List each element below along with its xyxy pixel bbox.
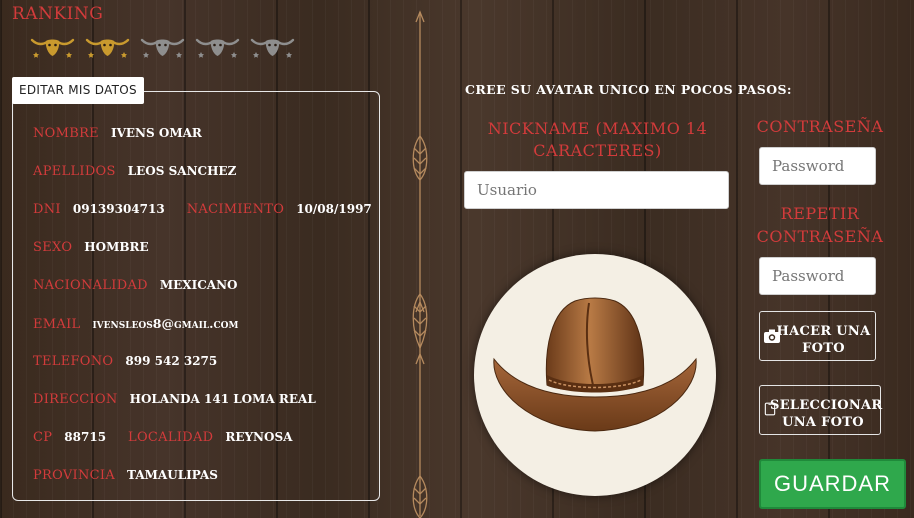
localidad-label: LOCALIDAD: [128, 430, 214, 445]
avatar-preview[interactable]: [474, 254, 716, 496]
dni-value: 09139304713: [72, 202, 165, 216]
nacionalidad-label: NACIONALIDAD: [33, 278, 148, 293]
telefono-label: TELEFONO: [33, 354, 114, 369]
nombre-value: IVENS OMAR: [110, 126, 202, 140]
direccion-value: HOLANDA 141 LOMA REAL: [129, 392, 316, 406]
provincia-value: TAMAULIPAS: [127, 468, 218, 482]
apellidos-label: APELLIDOS: [33, 164, 116, 179]
row-nacionalidad: NACIONALIDAD MEXICANO: [33, 278, 260, 293]
row-apellidos: APELLIDOS LEOS SANCHEZ: [33, 164, 258, 179]
password-input[interactable]: [759, 147, 876, 185]
nombre-label: NOMBRE: [33, 126, 99, 141]
repeat-password-label: REPETIR CONTRASEÑA: [756, 204, 884, 246]
save-button[interactable]: GUARDAR: [759, 459, 906, 509]
direccion-label: DIRECCION: [33, 392, 118, 407]
nacimiento-value: 10/08/1997: [296, 202, 372, 216]
localidad-value: REYNOSA: [225, 430, 293, 444]
take-photo-label: HACER UNA FOTO: [776, 323, 871, 356]
phone-icon: [764, 402, 776, 416]
ranking-bull-filled-icon: [30, 38, 75, 58]
apellidos-value: LEOS SANCHEZ: [127, 164, 237, 178]
row-nombre: NOMBRE IVENS OMAR: [33, 126, 224, 141]
ranking-bull-empty-icon: [195, 38, 240, 58]
nacionalidad-value: MEXICANO: [159, 278, 238, 292]
provincia-label: PROVINCIA: [33, 468, 116, 483]
row-email: EMAIL ivensleos8@gmail.com: [33, 316, 260, 332]
dni-label: DNI: [33, 202, 61, 217]
ranking-bull-filled-icon: [85, 38, 130, 58]
email-value: ivensleos8@gmail.com: [92, 316, 239, 331]
row-provincia: PROVINCIA TAMAULIPAS: [33, 468, 240, 483]
arrow-divider-icon: [412, 10, 428, 518]
repeat-password-input[interactable]: [759, 257, 876, 295]
select-photo-label: SELECCIONAR UNA FOTO: [770, 397, 883, 430]
camera-icon: [764, 329, 780, 343]
nickname-label: NICKNAME (MAXIMO 14 CARACTERES): [487, 119, 708, 160]
row-dni: DNI 09139304713 NACIMIENTO 10/08/1997: [33, 202, 394, 217]
telefono-value: 899 542 3275: [125, 354, 218, 368]
take-photo-button[interactable]: HACER UNA FOTO: [759, 311, 876, 361]
password-label: CONTRASEÑA: [756, 117, 884, 136]
row-cp: CP 88715 LOCALIDAD REYNOSA: [33, 430, 314, 445]
ranking-bull-empty-icon: [140, 38, 185, 58]
email-label: EMAIL: [33, 317, 81, 332]
row-sexo: SEXO HOMBRE: [33, 240, 171, 255]
edit-data-tab[interactable]: EDITAR MIS DATOS: [12, 77, 144, 104]
sexo-value: HOMBRE: [84, 240, 149, 254]
row-direccion: DIRECCION HOLANDA 141 LOMA REAL: [33, 392, 338, 407]
cp-label: CP: [33, 430, 53, 445]
ranking-icons: [30, 34, 295, 58]
ranking-bull-empty-icon: [250, 38, 295, 58]
nacimiento-label: NACIMIENTO: [186, 202, 285, 217]
cp-value: 88715: [64, 430, 107, 444]
row-telefono: TELEFONO 899 542 3275: [33, 354, 239, 369]
ranking-title: RANKING: [12, 4, 104, 24]
sexo-label: SEXO: [33, 240, 73, 255]
nickname-input[interactable]: [464, 171, 729, 209]
avatar-intro: CREE SU AVATAR UNICO EN POCOS PASOS:: [465, 82, 792, 97]
cowboy-hat-icon: [493, 297, 697, 432]
select-photo-button[interactable]: SELECCIONAR UNA FOTO: [759, 385, 883, 435]
